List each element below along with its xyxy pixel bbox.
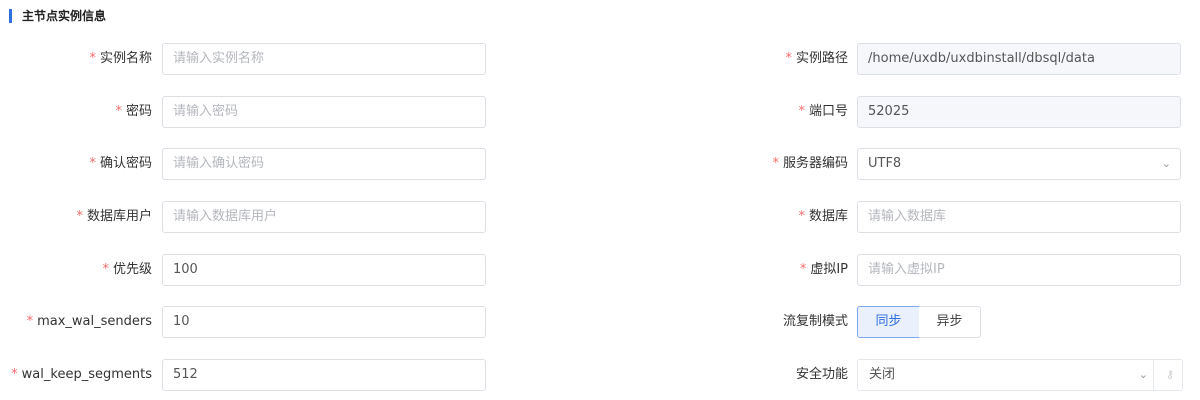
field-label-replication-mode: 流复制模式 xyxy=(782,314,848,329)
divider xyxy=(1153,360,1154,390)
field-label-server-encoding: * 服务器编码 xyxy=(772,156,848,171)
form-row: * 实例名称 请输入实例名称 * 实例路径 /home/uxdb/uxdbinsta… xyxy=(0,43,1200,75)
port-input[interactable]: 52025 xyxy=(857,96,1181,128)
section-title: 主节点实例信息 xyxy=(22,9,107,23)
confirm-password-input[interactable]: 请输入确认密码 xyxy=(162,148,486,180)
field-label-password: * 密码 xyxy=(115,104,152,119)
field-label-db-user: * 数据库用户 xyxy=(76,209,152,224)
form-row: * 确认密码 请输入确认密码 * 服务器编码 UTF8 ⌄ xyxy=(0,148,1200,180)
section-accent-bar xyxy=(9,9,12,23)
password-input[interactable]: 请输入密码 xyxy=(162,96,486,128)
security-select[interactable]: 关闭 ⌄ ⚷ xyxy=(857,359,1183,391)
field-label-instance-name: * 实例名称 xyxy=(89,51,152,66)
field-label-virtual-ip: * 虚拟IP xyxy=(799,262,848,277)
database-input[interactable]: 请输入数据库 xyxy=(857,201,1181,233)
instance-path-input[interactable]: /home/uxdb/uxdbinstall/dbsql/data xyxy=(857,43,1181,75)
virtual-ip-input[interactable]: 请输入虚拟IP xyxy=(857,254,1181,286)
replication-mode-async-button[interactable]: 异步 xyxy=(919,306,981,338)
field-label-wal-keep-segments: * wal_keep_segments xyxy=(11,367,152,382)
wal-keep-segments-input[interactable]: 512 xyxy=(162,359,486,391)
chevron-down-icon: ⌄ xyxy=(1161,157,1171,170)
form-row: * 优先级 100 * 虚拟IP 请输入虚拟IP xyxy=(0,254,1200,286)
field-label-confirm-password: * 确认密码 xyxy=(89,156,152,171)
form-row: * max_wal_senders 10 流复制模式 同步 异步 xyxy=(0,306,1200,338)
priority-input[interactable]: 100 xyxy=(162,254,486,286)
replication-mode-sync-button[interactable]: 同步 xyxy=(857,306,920,338)
field-label-security: 安全功能 xyxy=(795,367,848,382)
max-wal-senders-input[interactable]: 10 xyxy=(162,306,486,338)
server-encoding-select[interactable]: UTF8 ⌄ xyxy=(857,148,1181,180)
key-icon[interactable]: ⚷ xyxy=(1166,360,1174,390)
form-row: * wal_keep_segments 512 安全功能 关闭 ⌄ ⚷ xyxy=(0,359,1200,391)
db-user-input[interactable]: 请输入数据库用户 xyxy=(162,201,486,233)
field-label-max-wal-senders: * max_wal_senders xyxy=(26,314,152,329)
form-row: * 数据库用户 请输入数据库用户 * 数据库 请输入数据库 xyxy=(0,201,1200,233)
field-label-priority: * 优先级 xyxy=(102,262,152,277)
field-label-database: * 数据库 xyxy=(798,209,848,224)
chevron-down-icon: ⌄ xyxy=(1138,368,1148,381)
field-label-instance-path: * 实例路径 xyxy=(785,51,848,66)
instance-name-input[interactable]: 请输入实例名称 xyxy=(162,43,486,75)
field-label-port: * 端口号 xyxy=(798,104,848,119)
form-row: * 密码 请输入密码 * 端口号 52025 xyxy=(0,96,1200,128)
